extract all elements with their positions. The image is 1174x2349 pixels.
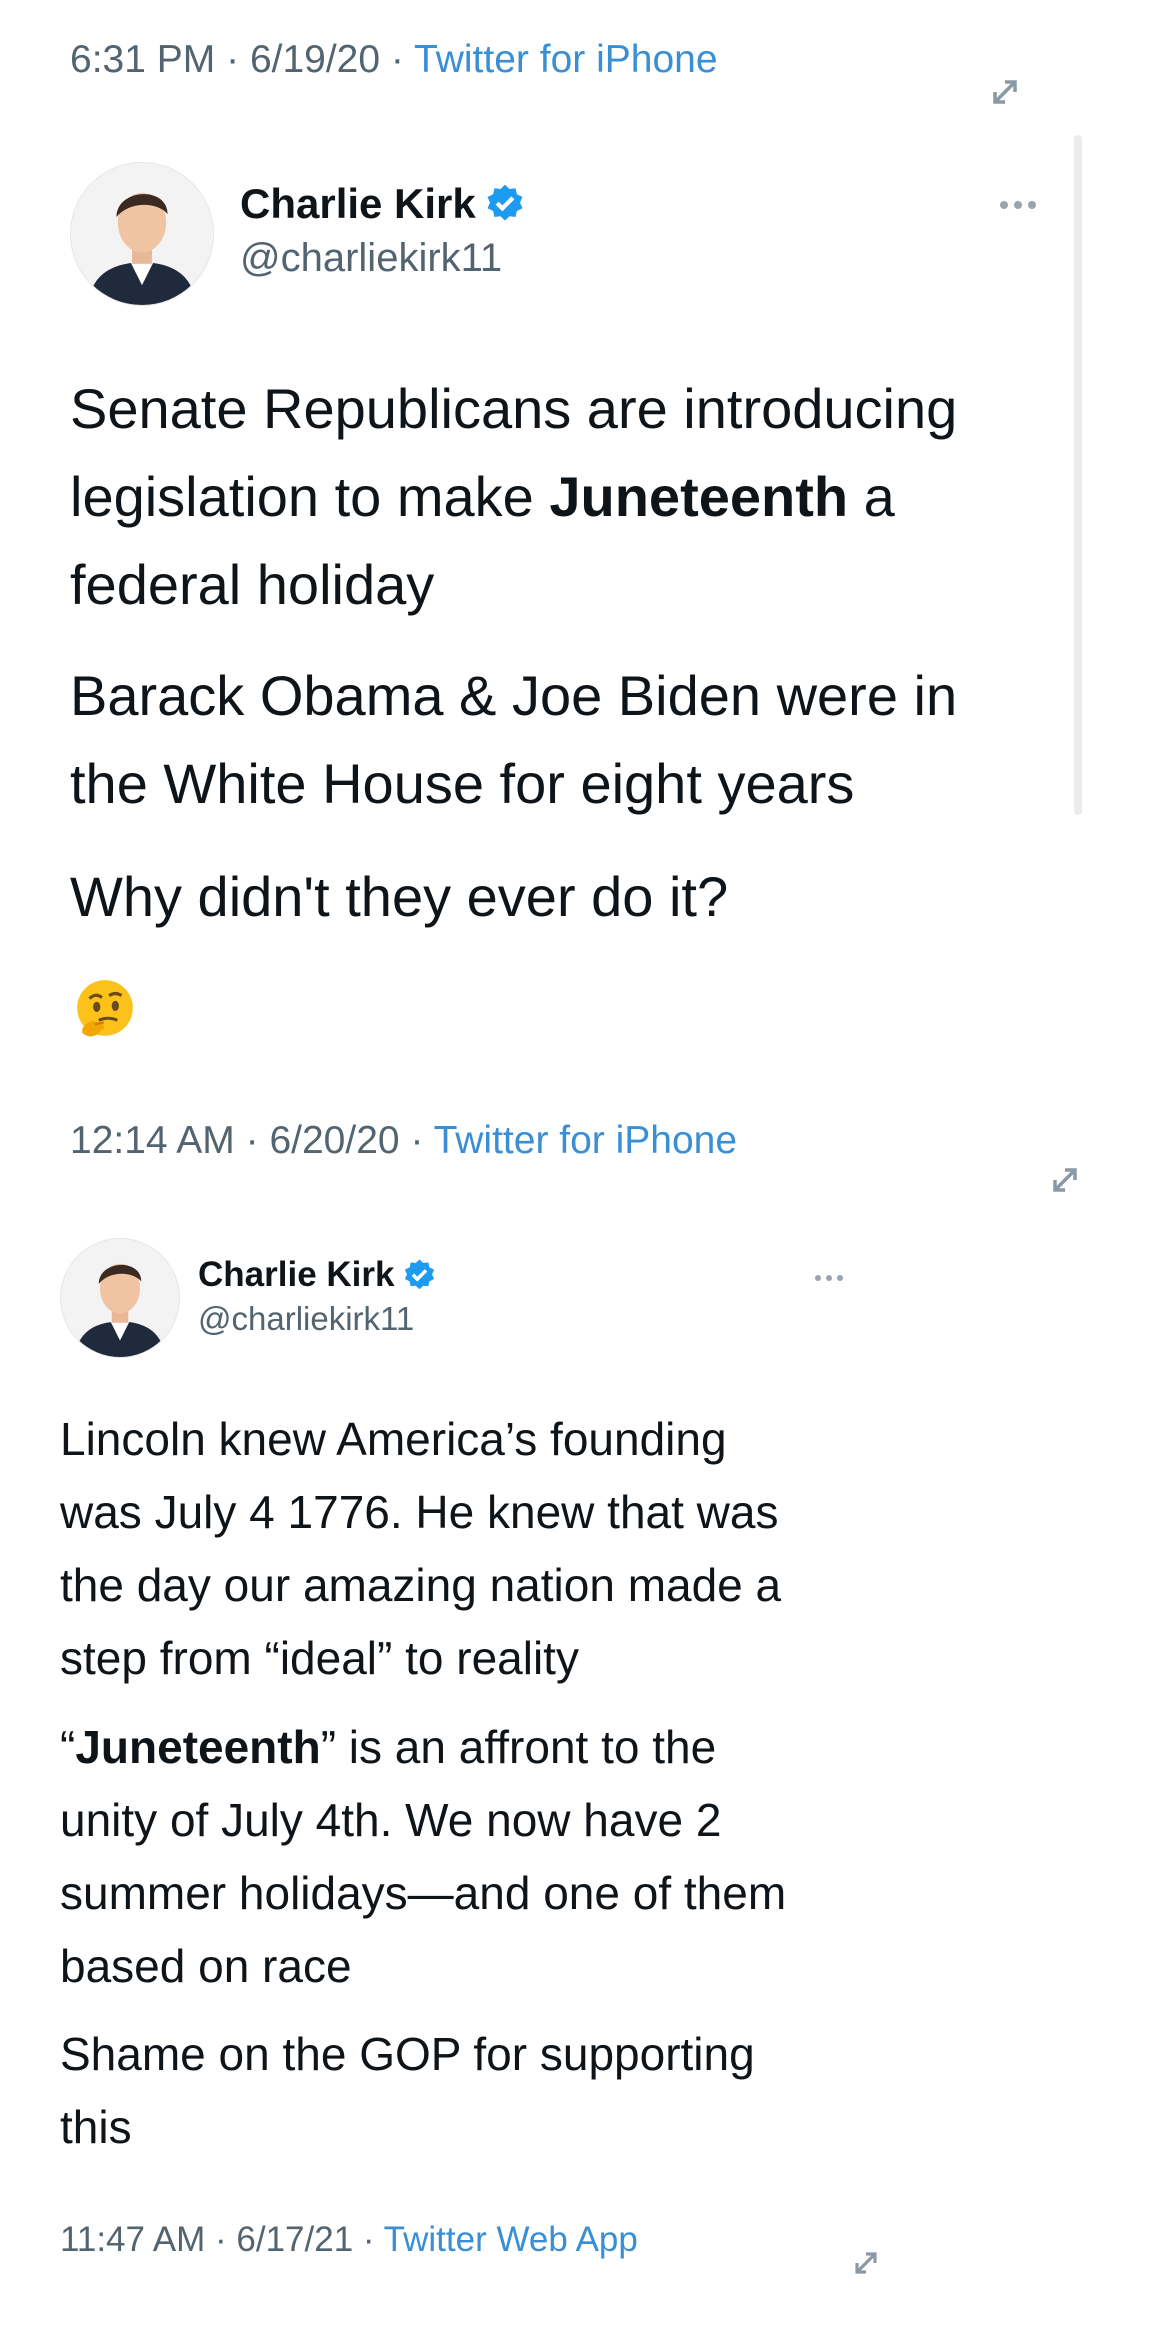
more-options-icon[interactable]	[815, 1275, 843, 1281]
text-segment: “	[60, 1721, 76, 1773]
separator: ·	[245, 1119, 259, 1162]
tweet-time: 12:14 AM	[70, 1119, 235, 1162]
tweet-line: Lincoln knew America’s founding	[60, 1413, 727, 1465]
tweet-date: 6/20/20	[269, 1119, 400, 1162]
separator: ·	[362, 2220, 375, 2259]
tweet-paragraph: Why didn't they ever do it?	[70, 853, 728, 941]
more-options-icon[interactable]	[1000, 201, 1036, 209]
verified-badge-icon	[405, 1258, 435, 1289]
separator: ·	[215, 2220, 227, 2259]
text-segment: a	[848, 465, 895, 528]
tweet-line: unity of July 4th. We now have 2	[60, 1794, 722, 1846]
tweet-line: Senate Republicans are introducing	[70, 377, 958, 440]
tweet-time: 11:47 AM	[60, 2220, 206, 2259]
tweet-line: this	[60, 2101, 132, 2153]
tweet-paragraph: Lincoln knew America’s founding was July…	[60, 1403, 781, 1695]
author-display-name[interactable]: Charlie Kirk	[198, 1255, 394, 1295]
tweet-line: summer holidays—and one of them	[60, 1867, 787, 1919]
author-name[interactable]: Charlie Kirk	[198, 1255, 437, 1295]
tweet-line: federal holiday	[70, 553, 435, 616]
tweet-paragraph: Barack Obama & Joe Biden were in the Whi…	[70, 652, 957, 828]
author-handle[interactable]: @charliekirk11	[240, 236, 502, 281]
tweet-line: was July 4 1776. He knew that was	[60, 1486, 779, 1538]
tweet-source-link[interactable]: Twitter Web App	[384, 2220, 638, 2259]
hashtag-like-bold-term: Juneteenth	[75, 1721, 321, 1773]
tweet-timestamp: 12:14 AM · 6/20/20 · Twitter for iPhone	[70, 1119, 737, 1163]
author-handle[interactable]: @charliekirk11	[198, 1300, 414, 1338]
tweet-paragraph: Senate Republicans are introducing legis…	[70, 365, 957, 629]
separator: ·	[410, 1119, 424, 1162]
tweet-paragraph: Shame on the GOP for supporting this	[60, 2018, 755, 2164]
tweet-line: Barack Obama & Joe Biden were in	[70, 664, 958, 727]
tweet-line: Why didn't they ever do it?	[70, 865, 729, 928]
hashtag-like-bold-term: Juneteenth	[549, 465, 849, 528]
header-timestamp: 6:31 PM · 6/19/20 · Twitter for iPhone	[70, 38, 718, 82]
tweet-line: “Juneteenth” is an affront to the	[60, 1711, 786, 1784]
header-time: 6:31 PM	[70, 38, 216, 81]
text-segment: legislation to make	[70, 465, 550, 528]
tweet-timestamp: 11:47 AM · 6/17/21 · Twitter Web App	[60, 2220, 638, 2260]
expand-arrows-icon[interactable]	[848, 2245, 884, 2281]
avatar[interactable]	[60, 1238, 180, 1358]
expand-arrows-icon[interactable]	[1045, 1160, 1085, 1200]
header-date: 6/19/20	[249, 38, 381, 81]
expand-arrows-icon[interactable]	[985, 72, 1025, 112]
tweet-date: 6/17/21	[236, 2220, 354, 2259]
verified-badge-icon	[487, 184, 523, 221]
tweet-line: Shame on the GOP for supporting	[60, 2028, 755, 2080]
tweet-source-link[interactable]: Twitter for iPhone	[434, 1119, 737, 1162]
scrollbar[interactable]	[1074, 135, 1082, 815]
avatar-portrait	[61, 1239, 179, 1357]
tweet-line: step from “ideal” to reality	[60, 1632, 579, 1684]
tweet-line: based on race	[60, 1940, 352, 1992]
separator: ·	[226, 38, 240, 81]
tweet-line: the White House for eight years	[70, 752, 855, 815]
author-display-name[interactable]: Charlie Kirk	[240, 180, 476, 228]
avatar[interactable]	[70, 162, 214, 306]
text-segment: ” is an affront to the	[320, 1721, 717, 1773]
tweet-line: the day our amazing nation made a	[60, 1559, 782, 1611]
author-name[interactable]: Charlie Kirk	[240, 180, 526, 228]
thinking-face-emoji	[77, 980, 133, 1037]
tweet-paragraph: “Juneteenth” is an affront to the unity …	[60, 1711, 786, 2003]
avatar-portrait	[71, 163, 213, 305]
separator: ·	[390, 38, 404, 81]
header-source-link[interactable]: Twitter for iPhone	[414, 38, 717, 81]
tweet-line: legislation to make Juneteenth a	[70, 453, 957, 541]
